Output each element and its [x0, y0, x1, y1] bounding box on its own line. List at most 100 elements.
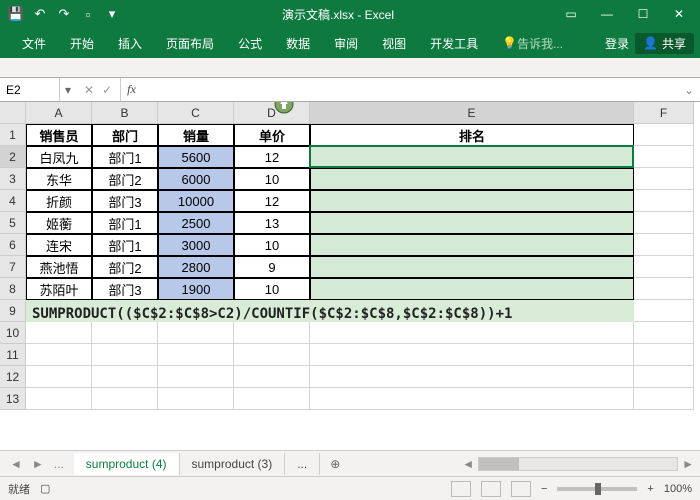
- cell[interactable]: [158, 344, 234, 366]
- hscroll-track[interactable]: [478, 457, 678, 471]
- cell[interactable]: 1900: [158, 278, 234, 300]
- tell-me[interactable]: 💡 告诉我...: [490, 28, 575, 58]
- cell[interactable]: 燕池悟: [26, 256, 92, 278]
- cell[interactable]: [92, 344, 158, 366]
- cell[interactable]: 部门1: [92, 212, 158, 234]
- ribbon-options-icon[interactable]: ▭: [554, 2, 588, 26]
- cell[interactable]: [634, 300, 694, 322]
- tab-view[interactable]: 视图: [370, 28, 418, 58]
- cell[interactable]: 部门3: [92, 190, 158, 212]
- spreadsheet-grid[interactable]: ABCDEF 12345678910111213 销售员部门销量单价排名白凤九部…: [0, 102, 700, 452]
- cell[interactable]: 10: [234, 278, 310, 300]
- cell[interactable]: 10000: [158, 190, 234, 212]
- cell[interactable]: 排名: [310, 124, 634, 146]
- zoom-thumb[interactable]: [595, 483, 601, 495]
- tab-developer[interactable]: 开发工具: [418, 28, 490, 58]
- cell[interactable]: [158, 388, 234, 410]
- cell[interactable]: 12: [234, 190, 310, 212]
- cell[interactable]: [234, 322, 310, 344]
- cell[interactable]: [634, 344, 694, 366]
- hscroll-left-icon[interactable]: ◄: [462, 457, 478, 471]
- sheet-tab-more[interactable]: ...: [285, 453, 320, 475]
- cell[interactable]: [310, 168, 634, 190]
- zoom-level[interactable]: 100%: [664, 483, 692, 495]
- macro-record-icon[interactable]: ▢: [30, 482, 50, 495]
- sheet-tab-1[interactable]: sumproduct (3): [180, 453, 286, 475]
- cell[interactable]: 姬蘅: [26, 212, 92, 234]
- row-header[interactable]: 6: [0, 234, 26, 256]
- sheet-nav-more[interactable]: ...: [54, 457, 64, 471]
- cell[interactable]: [310, 190, 634, 212]
- name-box-dropdown-icon[interactable]: ▾: [60, 83, 76, 97]
- cell[interactable]: [92, 322, 158, 344]
- cell[interactable]: [634, 190, 694, 212]
- enter-icon[interactable]: ✓: [102, 83, 112, 97]
- cell[interactable]: 部门1: [92, 146, 158, 168]
- row-header[interactable]: 9: [0, 300, 26, 322]
- cell[interactable]: 单价: [234, 124, 310, 146]
- undo-icon[interactable]: ↶: [30, 4, 50, 24]
- hscroll-thumb[interactable]: [479, 458, 519, 470]
- tab-pagelayout[interactable]: 页面布局: [154, 28, 226, 58]
- cell[interactable]: [634, 146, 694, 168]
- cell[interactable]: 2800: [158, 256, 234, 278]
- sheet-nav-prev-icon[interactable]: ◄: [10, 457, 22, 471]
- zoom-in-button[interactable]: +: [647, 483, 653, 495]
- cell[interactable]: 连宋: [26, 234, 92, 256]
- column-header[interactable]: F: [634, 102, 694, 124]
- row-header[interactable]: 8: [0, 278, 26, 300]
- column-header[interactable]: D: [234, 102, 310, 124]
- cell[interactable]: 部门3: [92, 278, 158, 300]
- cell[interactable]: [310, 278, 634, 300]
- cell[interactable]: 部门: [92, 124, 158, 146]
- cell[interactable]: [92, 388, 158, 410]
- column-header[interactable]: B: [92, 102, 158, 124]
- add-sheet-button[interactable]: ⊕: [320, 457, 350, 471]
- cell[interactable]: 2500: [158, 212, 234, 234]
- cell[interactable]: [634, 124, 694, 146]
- name-box[interactable]: E2: [0, 78, 60, 101]
- tab-data[interactable]: 数据: [274, 28, 322, 58]
- cell[interactable]: [634, 366, 694, 388]
- cell[interactable]: 13: [234, 212, 310, 234]
- hscroll-right-icon[interactable]: ►: [678, 457, 694, 471]
- sheet-nav-next-icon[interactable]: ►: [32, 457, 44, 471]
- cell[interactable]: [26, 366, 92, 388]
- cancel-icon[interactable]: ✕: [84, 83, 94, 97]
- row-header[interactable]: 13: [0, 388, 26, 410]
- row-header[interactable]: 5: [0, 212, 26, 234]
- column-header[interactable]: A: [26, 102, 92, 124]
- fx-button[interactable]: fx: [121, 82, 136, 97]
- cell[interactable]: [310, 344, 634, 366]
- cell[interactable]: [310, 146, 634, 168]
- cell[interactable]: [26, 344, 92, 366]
- tab-insert[interactable]: 插入: [106, 28, 154, 58]
- cell[interactable]: 东华: [26, 168, 92, 190]
- column-header[interactable]: E: [310, 102, 634, 124]
- row-header[interactable]: 3: [0, 168, 26, 190]
- cell[interactable]: [310, 388, 634, 410]
- select-all-button[interactable]: [0, 102, 26, 124]
- cell[interactable]: [234, 344, 310, 366]
- cell[interactable]: [634, 322, 694, 344]
- cell[interactable]: [158, 366, 234, 388]
- share-button[interactable]: 👤共享: [635, 33, 694, 54]
- minimize-button[interactable]: —: [590, 2, 624, 26]
- cell[interactable]: 12: [234, 146, 310, 168]
- cell[interactable]: 10: [234, 234, 310, 256]
- cell[interactable]: 苏陌叶: [26, 278, 92, 300]
- column-insert-badge[interactable]: [274, 102, 294, 114]
- cell[interactable]: [234, 388, 310, 410]
- row-header[interactable]: 10: [0, 322, 26, 344]
- cell[interactable]: 10: [234, 168, 310, 190]
- row-header[interactable]: 4: [0, 190, 26, 212]
- maximize-button[interactable]: ☐: [626, 2, 660, 26]
- view-pagelayout-button[interactable]: [481, 481, 501, 497]
- cell[interactable]: [310, 322, 634, 344]
- save-icon[interactable]: 💾: [6, 4, 26, 24]
- cell[interactable]: [310, 234, 634, 256]
- cell[interactable]: 5600: [158, 146, 234, 168]
- redo-icon[interactable]: ↷: [54, 4, 74, 24]
- row-header[interactable]: 11: [0, 344, 26, 366]
- tab-formulas[interactable]: 公式: [226, 28, 274, 58]
